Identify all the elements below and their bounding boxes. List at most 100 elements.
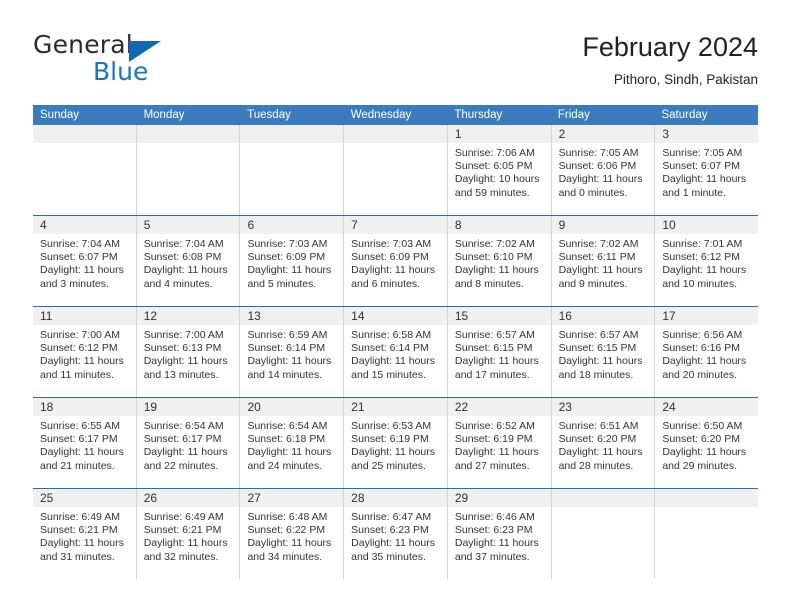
sun-details: Sunrise: 6:49 AM Sunset: 6:21 PM Daylight:…	[33, 507, 136, 564]
day-number: 5	[143, 218, 151, 232]
sun-details: Sunrise: 6:58 AM Sunset: 6:14 PM Daylight:…	[344, 325, 447, 382]
day-cell-4[interactable]: 4 Sunrise: 7:04 AM Sunset: 6:07 PM Daylight…	[33, 216, 136, 306]
day-cell-3[interactable]: 3 Sunrise: 7:05 AM Sunset: 6:07 PM Daylight…	[654, 125, 759, 215]
sun-details: Sunrise: 7:00 AM Sunset: 6:12 PM Daylight:…	[33, 325, 136, 382]
daylight-text-line1: Daylight: 11 hours	[558, 355, 643, 368]
day-number-band: 8	[447, 216, 551, 234]
calendar-week-row: 25 Sunrise: 6:49 AM Sunset: 6:21 PM Dayligh…	[33, 488, 759, 579]
day-cell-8[interactable]: 8 Sunrise: 7:02 AM Sunset: 6:10 PM Daylight…	[446, 216, 551, 306]
day-number-band: 24	[655, 398, 759, 416]
sunset-text: Sunset: 6:07 PM	[662, 160, 740, 173]
weekday-header-saturday: Saturday	[661, 109, 708, 121]
day-number-band	[33, 125, 136, 143]
day-cell-2[interactable]: 2 Sunrise: 7:05 AM Sunset: 6:06 PM Daylight…	[550, 125, 655, 215]
sun-details: Sunrise: 6:50 AM Sunset: 6:20 PM Daylight:…	[655, 416, 758, 473]
day-cell-5[interactable]: 5 Sunrise: 7:04 AM Sunset: 6:08 PM Daylight…	[135, 216, 240, 306]
day-number-band: 2	[551, 125, 655, 143]
day-number-band	[240, 125, 344, 143]
logo-text-general: General	[33, 30, 133, 59]
day-number: 27	[247, 491, 261, 505]
daylight-text-line1: Daylight: 11 hours	[143, 355, 228, 368]
general-blue-logo[interactable]: General Blue	[33, 30, 253, 90]
daylight-text-line2: and 0 minutes.	[558, 186, 628, 199]
day-number-band: 19	[136, 398, 240, 416]
sunset-text: Sunset: 6:14 PM	[351, 342, 429, 355]
day-cell-11[interactable]: 11 Sunrise: 7:00 AM Sunset: 6:12 PM Dayligh…	[33, 307, 136, 397]
day-number-band: 10	[655, 216, 759, 234]
day-cell-18[interactable]: 18 Sunrise: 6:55 AM Sunset: 6:17 PM Dayligh…	[33, 398, 136, 488]
day-cell-19[interactable]: 19 Sunrise: 6:54 AM Sunset: 6:17 PM Dayligh…	[135, 398, 240, 488]
day-cell-14[interactable]: 14 Sunrise: 6:58 AM Sunset: 6:14 PM Dayligh…	[343, 307, 447, 397]
sunrise-text: Sunrise: 6:52 AM	[454, 420, 535, 432]
sunset-text: Sunset: 6:09 PM	[351, 251, 429, 264]
sun-details: Sunrise: 6:54 AM Sunset: 6:17 PM Daylight:…	[137, 416, 240, 473]
sunrise-text: Sunrise: 7:00 AM	[40, 329, 120, 341]
day-cell-7[interactable]: 7 Sunrise: 7:03 AM Sunset: 6:09 PM Daylight…	[343, 216, 447, 306]
day-number: 25	[40, 491, 54, 505]
calendar-week-row: 18 Sunrise: 6:55 AM Sunset: 6:17 PM Dayligh…	[33, 397, 759, 488]
day-cell-12[interactable]: 12 Sunrise: 7:00 AM Sunset: 6:13 PM Dayligh…	[135, 307, 240, 397]
daylight-text-line2: and 24 minutes.	[247, 459, 323, 472]
daylight-text-line2: and 28 minutes.	[558, 459, 634, 472]
day-cell-17[interactable]: 17 Sunrise: 6:56 AM Sunset: 6:16 PM Dayligh…	[654, 307, 759, 397]
day-cell-10[interactable]: 10 Sunrise: 7:01 AM Sunset: 6:12 PM Dayligh…	[654, 216, 759, 306]
day-cell-27[interactable]: 27 Sunrise: 6:48 AM Sunset: 6:22 PM Dayligh…	[239, 489, 344, 579]
calendar-weeks: 1 Sunrise: 7:06 AM Sunset: 6:05 PM Daylight…	[33, 125, 759, 579]
sunset-text: Sunset: 6:15 PM	[454, 342, 533, 355]
logo-text-blue: Blue	[93, 57, 149, 86]
daylight-text-line1: Daylight: 11 hours	[247, 264, 332, 277]
sunrise-text: Sunrise: 7:02 AM	[558, 238, 639, 250]
title-block: February 2024 Pithoro, Sindh, Pakistan	[582, 30, 758, 90]
day-cell-15[interactable]: 15 Sunrise: 6:57 AM Sunset: 6:15 PM Dayligh…	[446, 307, 551, 397]
day-cell-1[interactable]: 1 Sunrise: 7:06 AM Sunset: 6:05 PM Daylight…	[446, 125, 551, 215]
day-cell-22[interactable]: 22 Sunrise: 6:52 AM Sunset: 6:19 PM Dayligh…	[446, 398, 551, 488]
day-cell-9[interactable]: 9 Sunrise: 7:02 AM Sunset: 6:11 PM Daylight…	[550, 216, 655, 306]
daylight-text-line1: Daylight: 11 hours	[40, 537, 124, 550]
day-cell-25[interactable]: 25 Sunrise: 6:49 AM Sunset: 6:21 PM Dayligh…	[33, 489, 136, 579]
day-cell-16[interactable]: 16 Sunrise: 6:57 AM Sunset: 6:15 PM Dayligh…	[550, 307, 655, 397]
sunset-text: Sunset: 6:20 PM	[662, 433, 740, 446]
day-cell-28[interactable]: 28 Sunrise: 6:47 AM Sunset: 6:23 PM Dayligh…	[343, 489, 447, 579]
sunrise-text: Sunrise: 7:01 AM	[662, 238, 743, 250]
daylight-text-line1: Daylight: 11 hours	[143, 537, 228, 550]
daylight-text-line1: Daylight: 11 hours	[454, 264, 539, 277]
day-number: 15	[454, 309, 469, 323]
day-number-band: 28	[344, 489, 447, 507]
daylight-text-line2: and 32 minutes.	[143, 550, 219, 563]
day-number-band: 16	[551, 307, 655, 325]
day-cell-empty	[343, 125, 447, 215]
sun-details: Sunrise: 6:49 AM Sunset: 6:21 PM Daylight:…	[137, 507, 240, 564]
day-cell-21[interactable]: 21 Sunrise: 6:53 AM Sunset: 6:19 PM Dayligh…	[343, 398, 447, 488]
sun-details: Sunrise: 7:01 AM Sunset: 6:12 PM Daylight:…	[655, 234, 758, 291]
day-cell-29[interactable]: 29 Sunrise: 6:46 AM Sunset: 6:23 PM Dayligh…	[446, 489, 551, 579]
daylight-text-line2: and 27 minutes.	[454, 459, 530, 472]
sunrise-text: Sunrise: 6:56 AM	[662, 329, 743, 341]
sunrise-text: Sunrise: 6:58 AM	[351, 329, 432, 341]
day-cell-6[interactable]: 6 Sunrise: 7:03 AM Sunset: 6:09 PM Daylight…	[239, 216, 344, 306]
day-number-band: 27	[240, 489, 344, 507]
day-number: 2	[558, 127, 566, 141]
day-cell-13[interactable]: 13 Sunrise: 6:59 AM Sunset: 6:14 PM Dayligh…	[239, 307, 344, 397]
day-number-band: 22	[447, 398, 551, 416]
sun-details: Sunrise: 7:04 AM Sunset: 6:08 PM Daylight:…	[137, 234, 240, 291]
day-number-band: 17	[655, 307, 759, 325]
sunset-text: Sunset: 6:09 PM	[247, 251, 326, 264]
daylight-text-line1: Daylight: 11 hours	[247, 355, 332, 368]
day-number: 8	[454, 218, 462, 232]
day-cell-23[interactable]: 23 Sunrise: 6:51 AM Sunset: 6:20 PM Dayligh…	[550, 398, 655, 488]
calendar-page: General Blue February 2024 Pithoro, Sind…	[0, 0, 792, 612]
daylight-text-line1: Daylight: 10 hours	[454, 173, 540, 186]
sunrise-text: Sunrise: 7:05 AM	[558, 147, 639, 159]
sunrise-text: Sunrise: 7:04 AM	[40, 238, 120, 250]
day-cell-20[interactable]: 20 Sunrise: 6:54 AM Sunset: 6:18 PM Dayligh…	[239, 398, 344, 488]
daylight-text-line1: Daylight: 11 hours	[351, 264, 436, 277]
daylight-text-line2: and 29 minutes.	[662, 459, 738, 472]
day-cell-26[interactable]: 26 Sunrise: 6:49 AM Sunset: 6:21 PM Dayligh…	[135, 489, 240, 579]
day-number: 28	[351, 491, 365, 505]
day-cell-empty	[33, 125, 136, 215]
sunset-text: Sunset: 6:20 PM	[558, 433, 637, 446]
day-cell-24[interactable]: 24 Sunrise: 6:50 AM Sunset: 6:20 PM Dayligh…	[654, 398, 759, 488]
daylight-text-line2: and 17 minutes.	[454, 368, 530, 381]
sunset-text: Sunset: 6:17 PM	[40, 433, 118, 446]
day-cell-empty	[550, 489, 655, 579]
